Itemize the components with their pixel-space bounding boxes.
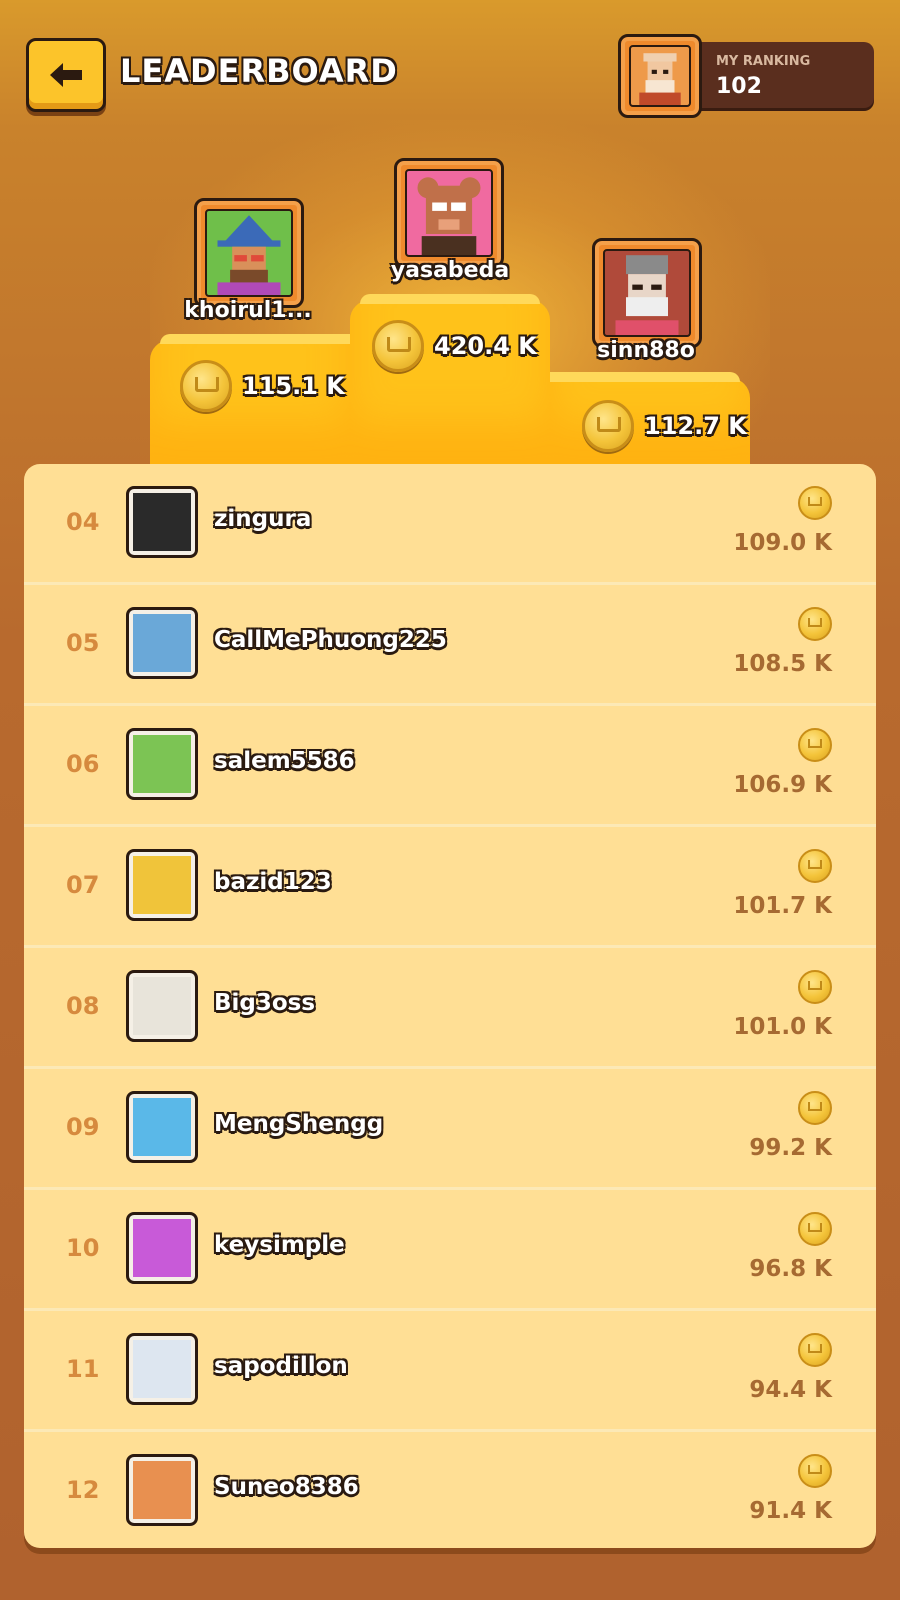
row-rank: 10 xyxy=(66,1234,100,1262)
row-score: 109.0 K xyxy=(733,530,832,556)
my-ranking[interactable]: MY RANKING 102 xyxy=(618,34,876,118)
avatar xyxy=(126,486,198,558)
row-score: 91.4 K xyxy=(749,1498,832,1524)
avatar xyxy=(126,1454,198,1526)
podium-first-name: yasabeda xyxy=(390,258,510,283)
coin-icon xyxy=(798,1212,832,1246)
avatar xyxy=(126,1091,198,1163)
row-score: 96.8 K xyxy=(749,1256,832,1282)
avatar xyxy=(126,1212,198,1284)
podium-first-top xyxy=(360,294,540,304)
avatar-face xyxy=(133,1461,191,1519)
chef-avatar-face xyxy=(615,255,679,335)
leaderboard-row[interactable]: 06 salem5586 106.9 K xyxy=(24,706,876,827)
avatar xyxy=(126,849,198,921)
row-player-name: salem5586 xyxy=(214,748,355,774)
leaderboard-row[interactable]: 07 bazid123 101.7 K xyxy=(24,827,876,948)
row-player-name: zingura xyxy=(214,506,312,532)
podium-second-score-value: 115.1 K xyxy=(242,372,345,400)
row-player-name: Big3oss xyxy=(214,990,316,1016)
arrow-left-icon xyxy=(50,63,82,87)
avatar-face xyxy=(133,493,191,551)
avatar-face xyxy=(133,614,191,672)
wizard-avatar-face xyxy=(217,215,281,295)
row-rank: 06 xyxy=(66,750,100,778)
row-player-name: CallMePhuong225 xyxy=(214,627,447,653)
row-score: 94.4 K xyxy=(749,1377,832,1403)
coin-icon xyxy=(798,970,832,1004)
podium-second-avatar[interactable] xyxy=(194,198,304,308)
row-score: 108.5 K xyxy=(733,651,832,677)
podium-third-avatar[interactable] xyxy=(592,238,702,348)
leaderboard-row[interactable]: 05 CallMePhuong225 108.5 K xyxy=(24,585,876,706)
podium-third-score-value: 112.7 K xyxy=(644,412,747,440)
podium-third-score: 112.7 K xyxy=(582,400,747,452)
avatar-face xyxy=(133,856,191,914)
row-player-name: sapodillon xyxy=(214,1353,348,1379)
row-player-name: bazid123 xyxy=(214,869,332,895)
podium-first-score: 420.4 K xyxy=(372,320,537,372)
row-score: 101.0 K xyxy=(733,1014,832,1040)
leaderboard-list[interactable]: 04 zingura 109.0 K 05 CallMePhuong225 10… xyxy=(24,464,876,1548)
row-rank: 09 xyxy=(66,1113,100,1141)
row-rank: 08 xyxy=(66,992,100,1020)
coin-icon xyxy=(798,1091,832,1125)
row-rank: 04 xyxy=(66,508,100,536)
row-player-name: MengShengg xyxy=(214,1111,384,1137)
coin-icon xyxy=(798,486,832,520)
podium-second-top xyxy=(160,334,350,344)
my-ranking-panel xyxy=(678,42,874,108)
row-player-name: Suneo8386 xyxy=(214,1474,359,1500)
avatar xyxy=(126,1333,198,1405)
row-score: 99.2 K xyxy=(749,1135,832,1161)
coin-icon xyxy=(798,607,832,641)
podium-third-name: sinn88o xyxy=(597,338,695,363)
leaderboard-row[interactable]: 09 MengShengg 99.2 K xyxy=(24,1069,876,1190)
podium-first-avatar[interactable] xyxy=(394,158,504,268)
avatar-face xyxy=(133,1219,191,1277)
coin-icon xyxy=(798,728,832,762)
podium-first-score-value: 420.4 K xyxy=(434,332,537,360)
row-rank: 12 xyxy=(66,1476,100,1504)
avatar-face xyxy=(133,1098,191,1156)
my-ranking-label: MY RANKING xyxy=(716,54,811,69)
bear-avatar-face xyxy=(417,177,481,255)
row-rank: 05 xyxy=(66,629,100,657)
coin-icon xyxy=(798,849,832,883)
leaderboard-row[interactable]: 10 keysimple 96.8 K xyxy=(24,1190,876,1311)
my-ranking-value: 102 xyxy=(716,74,762,99)
avatar xyxy=(126,607,198,679)
row-player-name: keysimple xyxy=(214,1232,345,1258)
coin-icon xyxy=(180,360,232,412)
avatar xyxy=(126,728,198,800)
podium-second-name: khoirul1... xyxy=(184,298,312,323)
avatar-face xyxy=(133,977,191,1035)
page-title: LEADERBOARD xyxy=(120,52,398,90)
coin-icon xyxy=(372,320,424,372)
leaderboard-row[interactable]: 12 Suneo8386 91.4 K xyxy=(24,1432,876,1548)
row-rank: 07 xyxy=(66,871,100,899)
podium-third-top xyxy=(550,372,740,382)
my-avatar xyxy=(618,34,702,118)
my-avatar-face xyxy=(639,53,681,105)
row-score: 101.7 K xyxy=(733,893,832,919)
avatar-face xyxy=(133,735,191,793)
coin-icon xyxy=(798,1333,832,1367)
coin-icon xyxy=(798,1454,832,1488)
podium-second-score: 115.1 K xyxy=(180,360,345,412)
coin-icon xyxy=(582,400,634,452)
row-score: 106.9 K xyxy=(733,772,832,798)
leaderboard-row[interactable]: 04 zingura 109.0 K xyxy=(24,464,876,585)
avatar-face xyxy=(133,1340,191,1398)
leaderboard-row[interactable]: 08 Big3oss 101.0 K xyxy=(24,948,876,1069)
leaderboard-row[interactable]: 11 sapodillon 94.4 K xyxy=(24,1311,876,1432)
row-rank: 11 xyxy=(66,1355,100,1383)
back-button[interactable] xyxy=(26,38,106,112)
avatar xyxy=(126,970,198,1042)
